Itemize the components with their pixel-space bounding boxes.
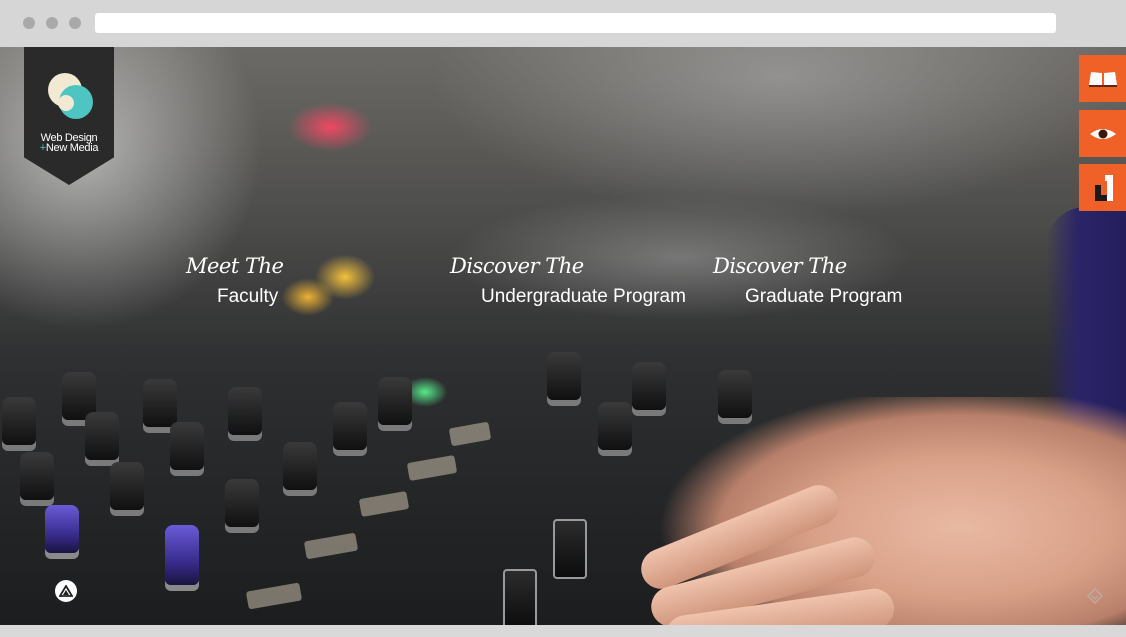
side-button-eye[interactable] (1079, 110, 1126, 157)
side-button-book[interactable] (1079, 55, 1126, 102)
window-maximize-dot[interactable] (69, 17, 81, 29)
site-logo[interactable]: Web Design +New Media (24, 47, 114, 185)
mixer-button (303, 532, 359, 560)
mixer-knob (110, 462, 144, 510)
triangle-glyph (59, 585, 73, 597)
nav-link-label: Graduate Program (745, 286, 903, 307)
logo-text: Web Design +New Media (24, 133, 114, 154)
mixer-knob (283, 442, 317, 490)
bottom-bar (0, 625, 1126, 637)
window-close-dot[interactable] (23, 17, 35, 29)
mixer-knob (378, 377, 412, 425)
nav-link-faculty[interactable]: Meet The Faculty (186, 254, 284, 308)
mixer-knob (333, 402, 367, 450)
book-icon (1088, 71, 1117, 87)
mixer-knob (170, 422, 204, 470)
mixer-knob (143, 379, 177, 427)
mixer-knob (228, 387, 262, 435)
nav-link-prefix: Discover The (713, 254, 847, 278)
mixer-knob (2, 397, 36, 445)
mixer-button (245, 582, 303, 610)
eye-icon (1089, 128, 1116, 139)
scroll-indicator-icon[interactable] (1087, 588, 1103, 604)
mixer-knob (20, 452, 54, 500)
address-bar[interactable] (95, 13, 1056, 33)
nav-link-undergraduate[interactable]: Discover The Undergraduate Program (450, 254, 686, 308)
mixer-fader (503, 569, 537, 625)
nav-link-graduate[interactable]: Discover The Graduate Program (713, 254, 902, 308)
mixer-button (358, 490, 410, 518)
bracket-logo-icon (1094, 174, 1113, 201)
side-button-logo[interactable] (1079, 164, 1126, 211)
mixer-button (406, 454, 458, 482)
triangle-logo-icon[interactable] (55, 580, 77, 602)
mixer-knob (85, 412, 119, 460)
window-minimize-dot[interactable] (46, 17, 58, 29)
logo-line2: New Media (45, 142, 99, 154)
mixer-button (448, 421, 492, 447)
mixer-knob (547, 352, 581, 400)
mixer-knob (632, 362, 666, 410)
nav-link-prefix: Meet The (186, 254, 284, 278)
mixer-knob (598, 402, 632, 450)
mixer-knob (165, 525, 199, 585)
nav-link-prefix: Discover The (450, 254, 584, 278)
mixer-knob (225, 479, 259, 527)
mixer-knob (45, 505, 79, 553)
nav-link-label: Faculty (217, 286, 279, 307)
browser-chrome (0, 0, 1126, 47)
hero-background-image (0, 47, 1126, 625)
mixer-fader (553, 519, 587, 579)
logo-mark-icon (48, 73, 93, 119)
nav-link-label: Undergraduate Program (481, 286, 686, 307)
